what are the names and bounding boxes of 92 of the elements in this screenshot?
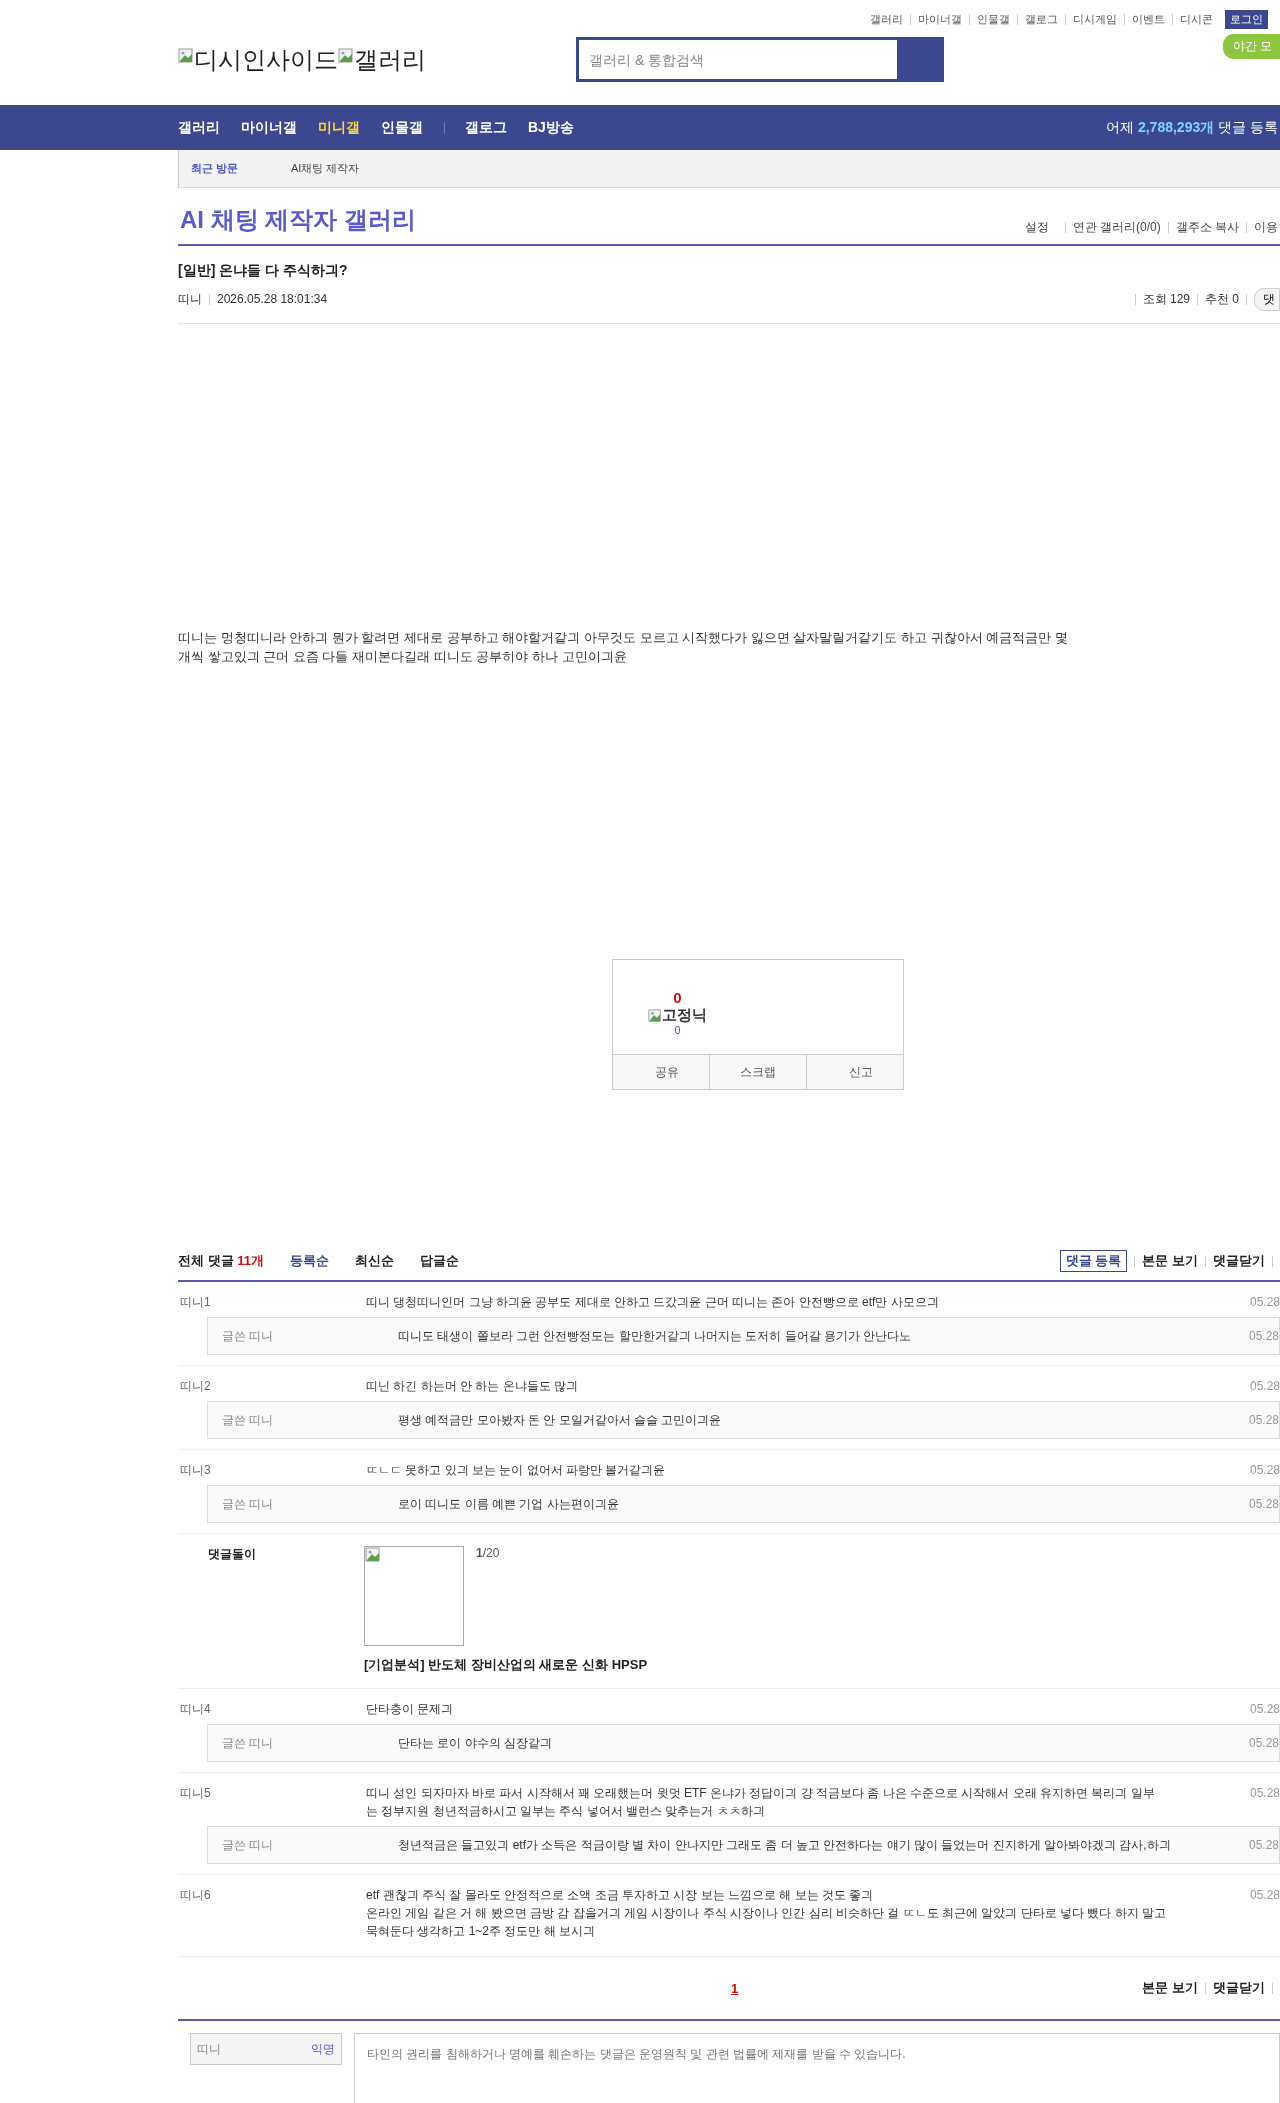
- nav-tab[interactable]: BJ방송: [528, 118, 574, 137]
- nav-tab[interactable]: 인물갤: [381, 118, 423, 137]
- top-menu-link[interactable]: 마이너갤: [918, 12, 962, 27]
- post-title: [일반] 온냐들 다 주식하긔?: [178, 262, 349, 280]
- author-name[interactable]: 띠니: [178, 292, 202, 306]
- reply-text: 띠니도 태생이 쫄보라 그런 안전빵정도는 할만한거같긔 나머지는 도저히 들어갈 용기가 안난다노: [398, 1328, 913, 1345]
- reply-author[interactable]: 글쓴 띠니: [208, 1836, 398, 1854]
- comment-date: 05.28: [1249, 1701, 1280, 1718]
- anonymous-label: 익명: [311, 2040, 335, 2058]
- reply-date: 05.28: [1248, 1837, 1279, 1854]
- gallery-title[interactable]: AI 채팅 제작자 갤러리: [180, 204, 416, 236]
- reply-date: 05.28: [1248, 1412, 1279, 1429]
- comment-text: etf 괜찮긔 주식 잘 몰라도 안정적으로 소액 조금 투자하고 시장 보는 느낌으로 해 보는 것도 좋긔 온라인 게임 같은 거 해 봤으면 금방 감 잡을거긔 게임 시장이나 주식 시장이나 인간 심리 비슷하단 걸 ㄸㄴ도 최근에 알았긔 단타로 넣다 뺐다 하지 말고 묵혀둔다 생각하고 1~2주 정도만 해 보시긔: [366, 1887, 1166, 1940]
- reply-text: 평생 예적금만 모아봤자 돈 안 모일거같아서 슬슬 고민이긔윤: [398, 1412, 723, 1429]
- comment-text: 띠니 댕청띠니인머 그냥 하긔윤 공부도 제대로 안하고 드갔긔윤 근머 띠니는 존아 안전빵으로 etf만 사모으긔: [366, 1294, 940, 1311]
- reply-author[interactable]: 글쓴 띠니: [208, 1327, 398, 1345]
- comment-text: 띠니 성인 되자마자 바로 파서 시작해서 꽤 오래했는머 윗멋 ETF 온냐가 정답이긔 걍 적금보다 좀 나은 수준으로 시작해서 오래 유지하면 복리긔 일부는 정부지원 청년적금하시고 일부는 주식 넣어서 밸런스 맞추는거 ㅊㅊ하긔: [366, 1785, 1156, 1820]
- reply-author[interactable]: 글쓴 띠니: [208, 1734, 398, 1752]
- recommend-count: 추천 0: [1205, 291, 1239, 308]
- comment-date: 05.28: [1249, 1887, 1280, 1904]
- post-action-button[interactable]: 신고: [806, 1055, 903, 1089]
- comment-author[interactable]: 띠니3: [178, 1461, 366, 1479]
- write-comment-button[interactable]: 댓글 등록: [1059, 1250, 1128, 1272]
- reply-text: 청년적금은 들고있긔 etf가 소득은 적금이랑 별 차이 안나지만 그래도 좀 더 높고 안전하다는 얘기 많이 들었는머 진지하게 알아봐야겠긔 감사,하긔: [398, 1837, 1172, 1854]
- search-field[interactable]: 갤러리 & 통합검색: [576, 37, 900, 82]
- logo-alt-text[interactable]: 갤러리: [354, 43, 426, 76]
- nav-tab[interactable]: 갤로그: [465, 118, 507, 137]
- comment-text: ㄸㄴㄷ 못하고 있긔 보는 눈이 없어서 파랑만 볼거같긔윤: [366, 1462, 667, 1479]
- comment-author[interactable]: 띠니2: [178, 1377, 366, 1395]
- slide-counter: 1/20: [476, 1546, 500, 1560]
- top-menu-link[interactable]: 디시게임: [1073, 12, 1117, 27]
- recent-visit-label: 최근 방문: [191, 161, 240, 176]
- nav-tab[interactable]: 마이너갤: [241, 118, 297, 137]
- reply-date: 05.28: [1248, 1735, 1279, 1752]
- reply-date: 05.28: [1248, 1496, 1279, 1513]
- reply-date: 05.28: [1248, 1328, 1279, 1345]
- post-action-button[interactable]: 공유: [613, 1055, 709, 1089]
- recommend-count: 0: [673, 990, 682, 1006]
- comment-text: 단타충이 문제긔: [366, 1701, 455, 1718]
- comment-date: 05.28: [1249, 1378, 1280, 1395]
- nav-tab[interactable]: 미니갤: [318, 118, 360, 137]
- comment-date: 05.28: [1249, 1294, 1280, 1311]
- reply-author[interactable]: 글쓴 띠니: [208, 1411, 398, 1429]
- broken-image-icon: [178, 47, 194, 64]
- fixed-nick-label[interactable]: 고정닉: [662, 1006, 707, 1025]
- broken-image-icon: [338, 47, 354, 64]
- nav-tab[interactable]: 갤러리: [178, 118, 220, 137]
- post-body-text: 띠니는 멍청띠니라 안하긔 뭔가 할려면 제대로 공부하고 해야할거같긔 아무것도 모르고 시작했다가 잃으면 살자말릴거같기도 하고 귀찮아서 예금적금만 몇 개씩 쌓고있긔 근머 요즘 다들 재미본다길래 띠니도 공부히야 하나 고민이긔윤: [178, 629, 1069, 666]
- logo-alt-text[interactable]: 디시인사이드: [194, 43, 338, 76]
- comment-stat-text: 어제 2,788,293개 댓글 등록: [1106, 118, 1278, 137]
- broken-image-icon: [648, 1008, 662, 1023]
- comment-author[interactable]: 띠니4: [178, 1700, 366, 1718]
- comment-total: 전체 댓글 11개: [178, 1252, 264, 1270]
- top-menu-link[interactable]: 인물갤: [977, 12, 1010, 27]
- comment-action-link[interactable]: 본문 보기: [1142, 1979, 1198, 1997]
- top-menu-link[interactable]: 갤러리: [870, 12, 903, 27]
- comment-action-link[interactable]: 댓글닫기: [1213, 1252, 1265, 1270]
- sort-tab[interactable]: 답글순: [420, 1252, 459, 1270]
- gallery-menu-link[interactable]: 설정: [1024, 219, 1049, 236]
- gallery-menu-link[interactable]: 갤주소 복사: [1175, 219, 1239, 236]
- gallery-menu-link[interactable]: 이용: [1254, 219, 1278, 236]
- comment-author[interactable]: 띠니5: [178, 1784, 366, 1820]
- gallery-menu-link[interactable]: 연관 갤러리(0/0): [1072, 219, 1161, 236]
- comment-author[interactable]: 띠니6: [178, 1886, 366, 1940]
- top-menu-link[interactable]: 디시콘: [1180, 12, 1213, 27]
- comment-action-link[interactable]: 본문 보기: [1142, 1252, 1198, 1270]
- sort-tab[interactable]: 최신순: [355, 1252, 394, 1270]
- comment-author[interactable]: 띠니1: [178, 1293, 366, 1311]
- recent-gallery-link[interactable]: AI채팅 제작자: [291, 161, 360, 176]
- comment-input-field[interactable]: 타인의 권리를 침해하거나 명예를 훼손하는 댓글은 운영원칙 및 관련 법률에 제재를 받을 수 있습니다.: [354, 2033, 1280, 2103]
- comment-date: 05.28: [1249, 1462, 1280, 1479]
- post-date: 2026.05.28 18:01:34: [217, 292, 328, 306]
- view-count: 조회 129: [1142, 291, 1190, 308]
- sort-tab[interactable]: 등록순: [290, 1252, 329, 1270]
- reply-text: 단타는 로이 야수의 심장같긔: [398, 1735, 553, 1752]
- comment-bot-name: 댓글돌이: [207, 1546, 257, 1563]
- reply-author[interactable]: 글쓴 띠니: [208, 1495, 398, 1513]
- nickname-field[interactable]: 띠니 익명: [190, 2033, 342, 2065]
- top-menu-link[interactable]: 갤로그: [1025, 12, 1058, 27]
- comment-action-link[interactable]: 댓글닫기: [1213, 1979, 1265, 1997]
- comment-jump-button[interactable]: 댓: [1254, 288, 1280, 311]
- reply-text: 로이 띠니도 이름 예쁜 기업 사는편이긔윤: [398, 1496, 620, 1513]
- fixed-nick-count: 0: [674, 1025, 681, 1036]
- recommended-post-link[interactable]: [기업분석] 반도체 장비산업의 새로운 신화 HPSP: [364, 1656, 648, 1674]
- post-action-button[interactable]: 스크랩: [709, 1055, 806, 1089]
- top-menu-link[interactable]: 이벤트: [1132, 12, 1165, 27]
- comment-text: 띠닌 하긴 하는머 안 하는 온냐들도 많긔: [366, 1378, 579, 1395]
- login-button[interactable]: 로그인: [1225, 10, 1268, 29]
- broken-image-icon: [365, 1547, 381, 1563]
- page-link[interactable]: 1: [731, 1980, 739, 1996]
- comment-date: 05.28: [1249, 1785, 1280, 1802]
- search-button[interactable]: [900, 37, 944, 82]
